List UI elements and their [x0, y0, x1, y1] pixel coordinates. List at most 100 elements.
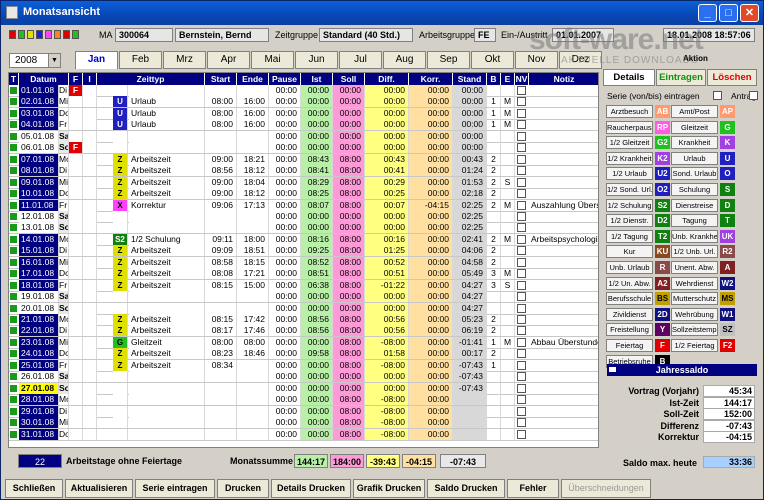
table-row[interactable]: 06.01.08 So F 00:00 00:00 00:00 00:00 00:00 00:0…	[9, 142, 598, 155]
absence-code[interactable]: U2	[655, 167, 670, 181]
table-row[interactable]: 16.01.08 Mi Z Arbeitszeit 08:58 18:15 00:00 08:…	[9, 256, 598, 269]
absence-code[interactable]: O	[720, 167, 735, 181]
nv-checkbox[interactable]	[517, 177, 526, 187]
nv-checkbox[interactable]	[517, 429, 526, 439]
absence-button-o[interactable]: Sond. Urlaub	[671, 167, 718, 181]
notiz-cell[interactable]	[529, 325, 598, 336]
absence-button-ab[interactable]: Arztbesuch	[606, 105, 653, 118]
absence-button-bs[interactable]: Berufsschule	[606, 292, 653, 306]
nv-checkbox[interactable]	[517, 395, 526, 405]
absence-button-y[interactable]: Freistellung	[606, 323, 653, 337]
notiz-cell[interactable]	[529, 257, 598, 268]
tab-loeschen[interactable]: Löschen	[707, 69, 757, 86]
button-aktualisieren[interactable]: Aktualisieren	[65, 479, 133, 498]
notiz-cell[interactable]	[529, 417, 598, 428]
absence-code[interactable]: K2	[655, 151, 670, 165]
table-row[interactable]: 17.01.08 Do Z Arbeitszeit 08:08 17:21 00:00 08:…	[9, 268, 598, 281]
notiz-cell[interactable]: Arbeitspsychologie	[529, 234, 598, 245]
absence-button-a[interactable]: Unent. Abw.	[671, 261, 718, 274]
absence-button-uk[interactable]: Unb. Krankheit	[671, 229, 718, 243]
notiz-cell[interactable]	[529, 177, 598, 188]
absence-code[interactable]: MS	[720, 292, 735, 306]
table-row[interactable]: 31.01.08 Do 00:00 00:00 08:00 -08:00 00:00	[9, 428, 598, 441]
collapse-icon[interactable]	[609, 367, 616, 372]
table-row[interactable]: 05.01.08 Sa 00:00 00:00 00:00 00:00 00:00 00:00	[9, 130, 598, 143]
absence-button-o2[interactable]: 1/2 Sond. Url.	[606, 183, 653, 196]
table-row[interactable]: 08.01.08 Di Z Arbeitszeit 08:56 18:12 00:00 08:…	[9, 165, 598, 178]
absence-button-d2[interactable]: 1/2 Dienstr.	[606, 214, 653, 228]
table-row[interactable]: 23.01.08 Mi G Gleitzeit 08:00 08:00 00:00 00:00…	[9, 336, 598, 349]
table-row[interactable]: 07.01.08MoZArbeitszeit09:0018:2100:0008:…	[9, 153, 598, 166]
notiz-cell[interactable]	[529, 394, 598, 405]
absence-button-s2[interactable]: 1/2 Schulung	[606, 198, 653, 212]
antrag-checkbox[interactable]	[749, 91, 758, 100]
nv-checkbox[interactable]	[517, 200, 526, 210]
notiz-cell[interactable]	[529, 360, 598, 371]
notiz-cell[interactable]	[529, 383, 598, 394]
nv-checkbox[interactable]	[517, 246, 526, 256]
absence-code[interactable]: S	[720, 183, 735, 196]
table-row[interactable]: 01.01.08 Di F 00:00 00:00 00:00 00:00 00:00 00:0…	[9, 85, 598, 97]
absence-code[interactable]: RP	[655, 120, 670, 134]
absence-code[interactable]: T	[720, 214, 735, 228]
table-row[interactable]: 28.01.08Mo00:0000:0008:00-08:0000:00	[9, 394, 598, 407]
absence-code[interactable]: K	[720, 136, 735, 150]
nv-checkbox[interactable]	[517, 315, 526, 324]
button-serie-eintragen[interactable]: Serie eintragen	[135, 479, 215, 498]
notiz-cell[interactable]	[529, 371, 598, 382]
absence-button-a2[interactable]: 1/2 Un. Abw.	[606, 276, 653, 290]
table-row[interactable]: 26.01.08 Sa 00:00 00:00 00:00 00:00 00:00 -07:4…	[9, 371, 598, 384]
table-row[interactable]: 15.01.08 Di Z Arbeitszeit 09:09 18:51 00:00 09:…	[9, 245, 598, 258]
maximize-button[interactable]: □	[719, 4, 738, 22]
absence-button-u[interactable]: Urlaub	[671, 151, 718, 165]
table-row[interactable]: 02.01.08 Mi U Urlaub 08:00 16:00 00:00 00:00 00:…	[9, 96, 598, 109]
absence-code[interactable]: U	[720, 151, 735, 165]
nv-checkbox[interactable]	[517, 269, 526, 279]
nv-checkbox[interactable]	[517, 143, 526, 153]
table-row[interactable]: 10.01.08 Do Z Arbeitszeit 09:00 18:12 00:00 08:…	[9, 188, 598, 201]
absence-code[interactable]: 2D	[655, 307, 670, 321]
absence-code[interactable]: D	[720, 198, 735, 212]
table-row[interactable]: 03.01.08 Do U Urlaub 08:00 16:00 00:00 00:00 00:…	[9, 107, 598, 120]
nv-checkbox[interactable]	[517, 120, 526, 130]
button-drucken[interactable]: Drucken	[217, 479, 269, 498]
absence-code[interactable]: KU	[655, 245, 670, 259]
table-row[interactable]: 04.01.08 Fr U Urlaub 08:00 16:00 00:00 00:00 00:…	[9, 119, 598, 132]
notiz-cell[interactable]	[529, 429, 598, 440]
nv-checkbox[interactable]	[517, 383, 526, 393]
close-window-button[interactable]: ✕	[740, 4, 759, 22]
notiz-cell[interactable]	[529, 291, 598, 302]
absence-button-f2[interactable]: 1/2 Feiertag	[671, 339, 718, 352]
absence-code[interactable]: G	[720, 120, 735, 134]
absence-button-w1[interactable]: Wehrübung	[671, 307, 718, 321]
tab-month-mai[interactable]: Mai	[251, 51, 294, 69]
table-row[interactable]: 18.01.08 Fr Z Arbeitszeit 08:15 15:00 00:00 06:…	[9, 279, 598, 292]
nv-checkbox[interactable]	[517, 131, 526, 141]
button-saldo-drucken[interactable]: Saldo Drucken	[427, 479, 505, 498]
nv-checkbox[interactable]	[517, 166, 526, 176]
notiz-cell[interactable]	[529, 222, 598, 233]
table-row[interactable]: 13.01.08 So 00:00 00:00 00:00 00:00 00:00 02:25	[9, 222, 598, 235]
tab-month-jun[interactable]: Jun	[295, 51, 338, 69]
notiz-cell[interactable]	[529, 131, 598, 142]
table-row[interactable]: 30.01.08 Mi 00:00 00:00 08:00 -08:00 00:00	[9, 417, 598, 430]
table-row[interactable]: 14.01.08MoS21/2 Schulung09:1118:0000:000…	[9, 233, 598, 246]
nv-checkbox[interactable]	[517, 189, 526, 199]
button-fehler[interactable]: Fehler	[507, 479, 559, 498]
absence-button-2d[interactable]: Zivildienst	[606, 307, 653, 321]
tab-month-jul[interactable]: Jul	[339, 51, 382, 69]
absence-code[interactable]: F2	[720, 339, 735, 352]
absence-button-d[interactable]: Dienstreise	[671, 198, 718, 212]
notiz-cell[interactable]	[529, 165, 598, 176]
table-row[interactable]: 12.01.08 Sa 00:00 00:00 00:00 00:00 00:00 02:25	[9, 210, 598, 223]
serie-checkbox[interactable]	[713, 91, 722, 100]
tab-month-feb[interactable]: Feb	[119, 51, 162, 69]
nv-checkbox[interactable]	[517, 303, 526, 313]
notiz-cell[interactable]	[529, 108, 598, 119]
nv-checkbox[interactable]	[517, 418, 526, 428]
notiz-cell[interactable]	[529, 96, 598, 107]
notiz-cell[interactable]	[529, 142, 598, 153]
tab-month-sep[interactable]: Sep	[427, 51, 470, 69]
notiz-cell[interactable]: Auszahlung Überst	[529, 200, 598, 211]
absence-code[interactable]: W1	[720, 307, 735, 321]
